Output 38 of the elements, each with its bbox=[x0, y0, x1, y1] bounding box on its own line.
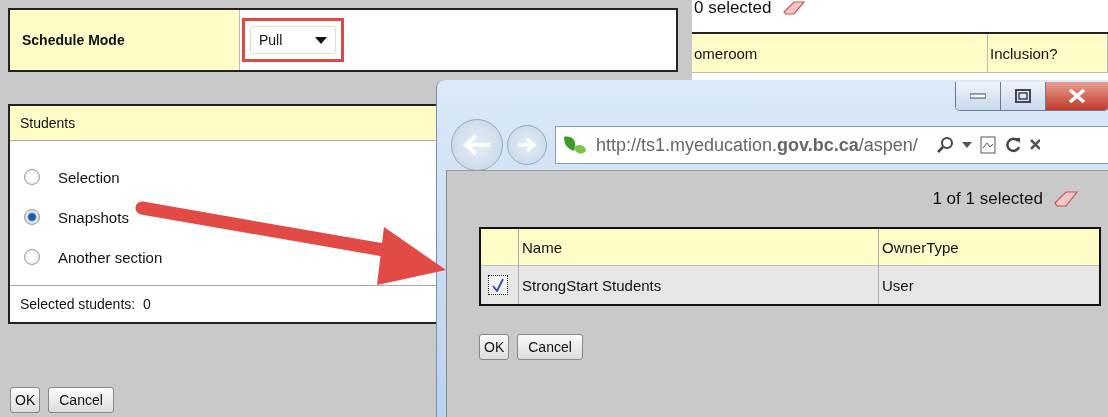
column-header[interactable]: Inclusion? bbox=[988, 34, 1108, 72]
close-button[interactable] bbox=[1046, 82, 1108, 110]
cancel-button[interactable]: Cancel bbox=[517, 334, 583, 360]
maximize-icon bbox=[1015, 89, 1031, 103]
back-arrow-icon bbox=[462, 134, 492, 156]
table-cell-text: User bbox=[881, 275, 915, 296]
checkbox[interactable] bbox=[488, 275, 508, 295]
search-icon[interactable] bbox=[935, 136, 954, 154]
selection-count: 1 of 1 selected bbox=[932, 189, 1043, 209]
selection-count: 0 selected bbox=[694, 0, 772, 18]
radio-button[interactable] bbox=[24, 209, 40, 225]
eraser-icon[interactable] bbox=[1053, 190, 1079, 208]
table-cell: StrongStart Students bbox=[519, 266, 879, 304]
ok-button[interactable]: OK bbox=[10, 387, 41, 413]
cancel-button[interactable]: Cancel bbox=[48, 387, 114, 413]
column-header[interactable]: OwnerType bbox=[879, 229, 1099, 265]
address-bar[interactable]: http://ts1.myeducation.gov.bc.ca/aspen/ bbox=[555, 126, 1108, 164]
column-header[interactable]: omeroom bbox=[692, 34, 988, 72]
caret-icon bbox=[315, 36, 327, 44]
ok-button[interactable]: OK bbox=[479, 334, 510, 360]
option-label: Another section bbox=[58, 248, 163, 266]
forward-arrow-icon bbox=[517, 137, 537, 153]
refresh-icon[interactable] bbox=[1003, 136, 1022, 154]
radio-button[interactable] bbox=[24, 249, 40, 265]
field-label: Schedule Mode bbox=[10, 10, 240, 70]
caret-icon[interactable] bbox=[961, 142, 972, 148]
radio-button[interactable] bbox=[24, 169, 40, 185]
eraser-icon[interactable] bbox=[781, 0, 806, 16]
selected-count: Selected students: 0 bbox=[20, 296, 151, 312]
compatibility-icon[interactable] bbox=[979, 136, 996, 154]
option-label: Selection bbox=[58, 168, 120, 186]
schedule-mode-dropdown[interactable]: Pull bbox=[250, 26, 336, 54]
close-icon bbox=[1068, 89, 1086, 103]
option-label: Snapshots bbox=[58, 208, 129, 226]
column-header[interactable]: Name bbox=[519, 229, 879, 265]
maximize-button[interactable] bbox=[1001, 82, 1046, 110]
minimize-button[interactable] bbox=[956, 82, 1001, 110]
minimize-icon bbox=[970, 93, 986, 99]
